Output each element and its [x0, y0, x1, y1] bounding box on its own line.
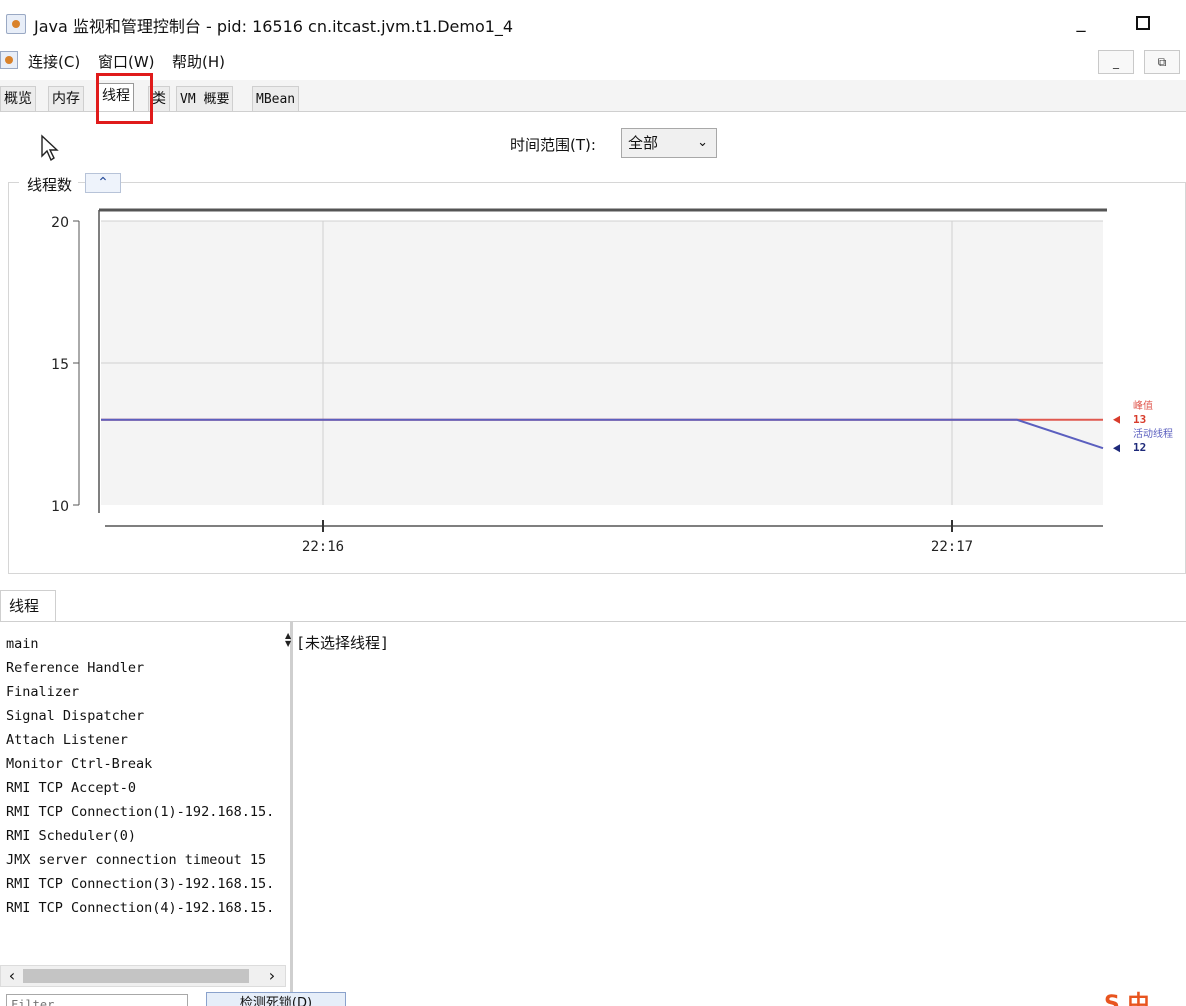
- thread-count-panel: 10 15 20 22:16 22:17 峰值 13 活动线程 12 线程数 ⌃: [8, 173, 1186, 574]
- tab-bar: 概览 内存 线程 类 VM 概要 MBean: [0, 80, 1186, 112]
- horizontal-scrollbar[interactable]: ‹ ›: [0, 965, 286, 987]
- legend-marker-icon: [1113, 415, 1120, 424]
- java-menu-icon[interactable]: [0, 51, 18, 69]
- menu-connect[interactable]: 连接(C): [28, 51, 80, 72]
- scroll-right-icon[interactable]: ›: [263, 967, 281, 985]
- chevron-down-icon: ⌄: [697, 135, 708, 150]
- title-bar: Java 监视和管理控制台 - pid: 16516 cn.itcast.jvm…: [0, 0, 1186, 45]
- y-tick-label: 20: [51, 215, 69, 231]
- y-tick-label: 15: [51, 357, 69, 373]
- menu-help[interactable]: 帮助(H): [172, 51, 225, 72]
- thread-list-item[interactable]: Finalizer: [6, 680, 286, 704]
- thread-list-item[interactable]: main: [6, 632, 286, 656]
- thread-list-item[interactable]: Signal Dispatcher: [6, 704, 286, 728]
- mouse-cursor-icon: [41, 134, 59, 162]
- tab-threads-list[interactable]: 线程: [0, 590, 56, 622]
- scroll-thumb[interactable]: [23, 969, 249, 983]
- maximize-icon: [1136, 16, 1150, 30]
- menu-window[interactable]: 窗口(W): [98, 51, 155, 72]
- collapse-button[interactable]: ⌃: [85, 173, 121, 193]
- thread-list-item[interactable]: Reference Handler: [6, 656, 286, 680]
- tab-memory[interactable]: 内存: [48, 86, 84, 111]
- internal-minimize-button[interactable]: _: [1098, 50, 1134, 74]
- internal-restore-button[interactable]: ⧉: [1144, 50, 1180, 74]
- thread-list-item[interactable]: RMI TCP Connection(1)-192.168.15.: [6, 800, 286, 824]
- double-chevron-up-icon: ⌃: [97, 175, 109, 191]
- thread-list-item[interactable]: RMI Scheduler(0): [6, 824, 286, 848]
- thread-list: main Reference Handler Finalizer Signal Dis…: [6, 632, 286, 920]
- legend-series-name: 活动线程: [1133, 427, 1173, 440]
- thread-list-item[interactable]: JMX server connection timeout 15: [6, 848, 286, 872]
- x-tick-label: 22:16: [302, 539, 344, 555]
- thread-list-item[interactable]: RMI TCP Connection(4)-192.168.15.: [6, 896, 286, 920]
- panel-title: 线程数: [19, 174, 79, 195]
- ime-indicator: S 中: [1104, 992, 1150, 1006]
- maximize-button[interactable]: [1128, 10, 1158, 36]
- thread-list-item[interactable]: RMI TCP Connection(3)-192.168.15.: [6, 872, 286, 896]
- tab-mbean[interactable]: MBean: [252, 86, 300, 111]
- legend-series-value: 12: [1133, 441, 1146, 454]
- legend-series-name: 峰值: [1133, 399, 1153, 412]
- split-divider[interactable]: [290, 622, 293, 1006]
- thread-count-chart: 10 15 20 22:16 22:17 峰值13活动线程12: [51, 208, 1173, 555]
- divider-arrows-icon[interactable]: ▲ ▼: [285, 632, 291, 648]
- java-app-icon: [6, 14, 26, 34]
- tab-overview[interactable]: 概览: [0, 86, 36, 111]
- thread-list-item[interactable]: Monitor Ctrl-Break: [6, 752, 286, 776]
- thread-list-item[interactable]: Attach Listener: [6, 728, 286, 752]
- menu-bar: 连接(C) 窗口(W) 帮助(H): [0, 45, 1186, 77]
- window-title: Java 监视和管理控制台 - pid: 16516 cn.itcast.jvm…: [34, 17, 514, 36]
- thread-list-item[interactable]: RMI TCP Accept-0: [6, 776, 286, 800]
- x-tick-label: 22:17: [931, 539, 973, 555]
- minimize-button[interactable]: _: [1066, 10, 1096, 36]
- legend-series-value: 13: [1133, 413, 1146, 426]
- scroll-left-icon[interactable]: ‹: [3, 967, 21, 985]
- highlight-annotation: [96, 73, 153, 124]
- filter-input[interactable]: [6, 994, 188, 1006]
- y-tick-label: 10: [51, 499, 69, 515]
- detect-deadlock-button[interactable]: 检测死锁(D): [206, 992, 346, 1006]
- time-range-select[interactable]: 全部 ⌄: [621, 128, 717, 158]
- thread-details: [未选择线程]: [296, 634, 390, 652]
- legend-marker-icon: [1113, 444, 1120, 453]
- threads-area: main Reference Handler Finalizer Signal Dis…: [0, 621, 1186, 1006]
- time-range-value: 全部: [628, 134, 659, 152]
- time-range-label: 时间范围(T):: [510, 136, 596, 154]
- tab-vm-summary[interactable]: VM 概要: [176, 86, 234, 111]
